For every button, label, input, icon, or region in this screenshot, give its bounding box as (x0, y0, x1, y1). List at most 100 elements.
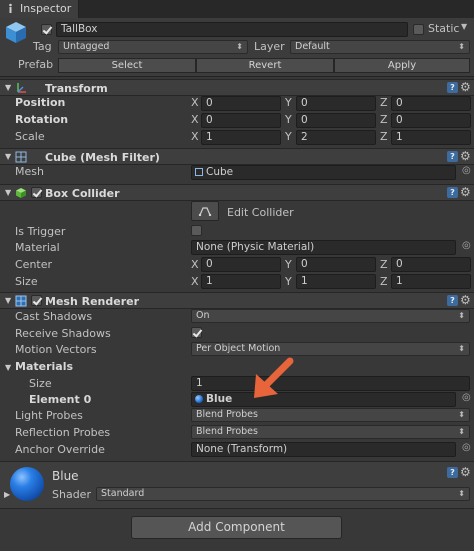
gear-icon[interactable]: ⚙ (460, 149, 471, 163)
mesh-field[interactable]: Cube (191, 165, 456, 180)
help-book-icon[interactable]: ? (447, 295, 458, 306)
foldout-icon[interactable]: ▶ (4, 490, 10, 499)
rotation-x-field[interactable]: 0 (201, 113, 281, 128)
material-header[interactable]: ▶ Blue Shader Standard ⬍ ? ⚙ (0, 462, 474, 509)
prefab-label: Prefab (18, 58, 54, 71)
light-probes-label: Light Probes (15, 409, 83, 422)
static-checkbox[interactable] (413, 24, 424, 35)
layer-dropdown[interactable]: Default ⬍ (290, 40, 470, 54)
help-book-icon[interactable]: ? (447, 82, 458, 93)
add-component-button[interactable]: Add Component (131, 516, 342, 539)
position-z-field[interactable]: 0 (391, 96, 471, 111)
mesh-filter-icon (15, 151, 27, 163)
foldout-icon[interactable]: ▼ (5, 83, 11, 92)
position-x-field[interactable]: 0 (201, 96, 281, 111)
size-y-field[interactable]: 1 (296, 274, 376, 289)
info-icon (9, 3, 12, 13)
receive-shadows-checkbox[interactable] (191, 327, 202, 338)
axis-x-label: X (191, 113, 199, 126)
prefab-apply-button[interactable]: Apply (334, 58, 470, 73)
gear-icon[interactable]: ⚙ (460, 185, 471, 199)
mesh-renderer-enabled-checkbox[interactable] (31, 295, 42, 306)
material-label: Material (15, 241, 60, 254)
center-z-field[interactable]: 0 (391, 257, 471, 272)
axis-z-label: Z (380, 258, 388, 271)
is-trigger-checkbox[interactable] (191, 225, 202, 236)
scale-x-field[interactable]: 1 (201, 130, 281, 145)
help-book-icon[interactable]: ? (447, 467, 458, 478)
chevron-down-icon[interactable]: ▼ (461, 22, 467, 31)
box-collider-enabled-checkbox[interactable] (31, 187, 42, 198)
motion-vectors-value: Per Object Motion (196, 343, 281, 354)
static-label: Static (428, 22, 460, 35)
axis-y-label: Y (285, 275, 292, 288)
object-picker-icon[interactable]: ◎ (462, 165, 471, 176)
material-preview-sphere (10, 467, 44, 501)
shader-label: Shader (52, 488, 91, 501)
gear-icon[interactable]: ⚙ (460, 293, 471, 307)
axis-y-label: Y (285, 130, 292, 143)
materials-size-field[interactable]: 1 (191, 376, 470, 391)
materials-foldout-icon[interactable]: ▼ (5, 363, 11, 372)
foldout-icon[interactable]: ▼ (5, 188, 11, 197)
transform-header[interactable]: ▼ Transform ? ⚙ (0, 79, 474, 96)
mesh-renderer-header[interactable]: ▼ Mesh Renderer ? ⚙ (0, 292, 474, 309)
position-y-field[interactable]: 0 (296, 96, 376, 111)
tag-label: Tag (33, 40, 52, 53)
tab-inspector[interactable]: Inspector (0, 0, 79, 18)
motion-vectors-dropdown[interactable]: Per Object Motion ⬍ (191, 342, 470, 356)
object-name-field[interactable]: TallBox (56, 22, 408, 37)
element-0-field[interactable]: Blue (191, 392, 456, 407)
shader-dropdown[interactable]: Standard ⬍ (96, 487, 470, 501)
help-book-icon[interactable]: ? (447, 187, 458, 198)
edit-collider-label: Edit Collider (227, 206, 294, 219)
foldout-icon[interactable]: ▼ (5, 296, 11, 305)
object-picker-icon[interactable]: ◎ (462, 240, 471, 251)
transform-axis-icon (17, 83, 26, 93)
mesh-renderer-icon (15, 295, 27, 307)
box-collider-header[interactable]: ▼ Box Collider ? ⚙ (0, 184, 474, 201)
shader-value: Standard (101, 488, 145, 499)
help-book-icon[interactable]: ? (447, 151, 458, 162)
prefab-select-button[interactable]: Select (58, 58, 196, 73)
object-picker-icon[interactable]: ◎ (462, 392, 471, 403)
cast-shadows-dropdown[interactable]: On ⬍ (191, 309, 470, 323)
center-label: Center (15, 258, 53, 271)
dropdown-arrow-icon: ⬍ (458, 311, 465, 320)
prefab-revert-button[interactable]: Revert (196, 58, 334, 73)
object-picker-icon[interactable]: ◎ (462, 442, 471, 453)
center-y-field[interactable]: 0 (296, 257, 376, 272)
tab-label: Inspector (20, 2, 72, 15)
scale-z-field[interactable]: 1 (391, 130, 471, 145)
dropdown-arrow-icon: ⬍ (458, 489, 465, 498)
mesh-filter-header[interactable]: ▼ Cube (Mesh Filter) ? ⚙ (0, 148, 474, 165)
cast-shadows-value: On (196, 310, 210, 321)
reflection-probes-dropdown[interactable]: Blend Probes ⬍ (191, 425, 470, 439)
light-probes-value: Blend Probes (196, 409, 258, 420)
axis-x-label: X (191, 130, 199, 143)
mesh-filter-title: Cube (Mesh Filter) (45, 151, 160, 164)
tag-value: Untagged (63, 41, 110, 52)
dropdown-arrow-icon: ⬍ (458, 344, 465, 353)
rotation-label: Rotation (15, 113, 69, 126)
size-z-field[interactable]: 1 (391, 274, 471, 289)
tag-dropdown[interactable]: Untagged ⬍ (58, 40, 248, 54)
rotation-z-field[interactable]: 0 (391, 113, 471, 128)
box-collider-title: Box Collider (45, 187, 120, 200)
rotation-y-field[interactable]: 0 (296, 113, 376, 128)
material-sphere-icon (195, 395, 203, 403)
physic-material-field[interactable]: None (Physic Material) (191, 240, 456, 255)
dropdown-arrow-icon: ⬍ (458, 42, 465, 51)
anchor-override-field[interactable]: None (Transform) (191, 442, 456, 457)
mesh-icon (195, 168, 203, 176)
size-x-field[interactable]: 1 (201, 274, 281, 289)
center-x-field[interactable]: 0 (201, 257, 281, 272)
gear-icon[interactable]: ⚙ (460, 80, 471, 94)
light-probes-dropdown[interactable]: Blend Probes ⬍ (191, 408, 470, 422)
scale-y-field[interactable]: 2 (296, 130, 376, 145)
gear-icon[interactable]: ⚙ (460, 465, 471, 479)
active-checkbox[interactable] (41, 24, 52, 35)
edit-collider-button[interactable] (191, 201, 219, 221)
foldout-icon[interactable]: ▼ (5, 152, 11, 161)
size-label: Size (15, 275, 38, 288)
